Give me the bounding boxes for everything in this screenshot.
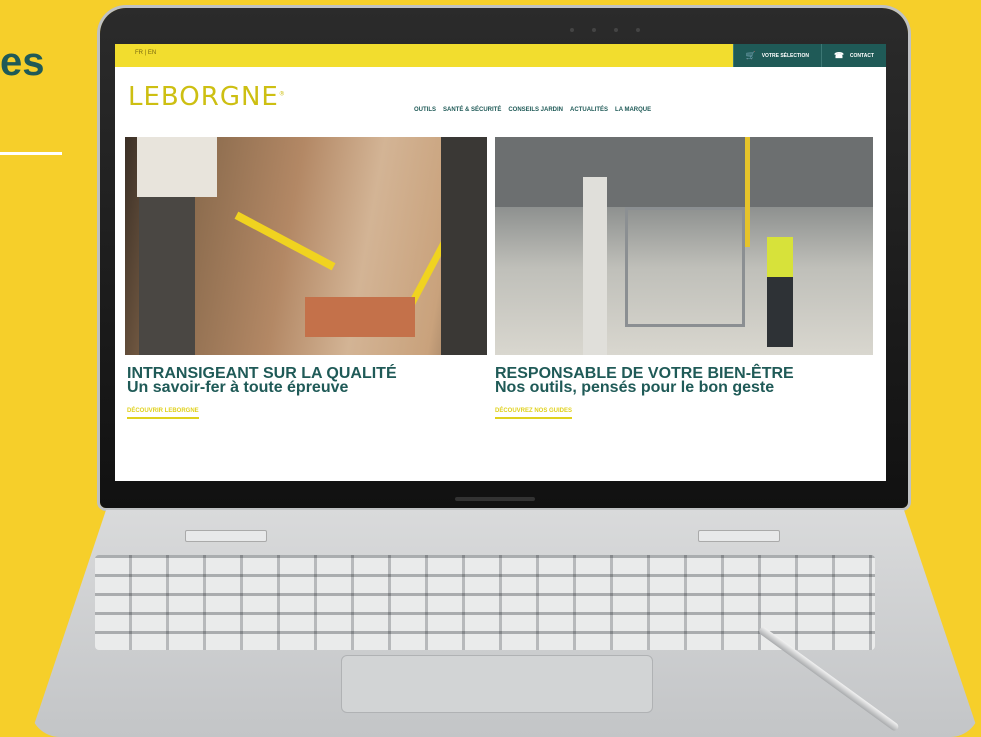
scaffold-frame <box>625 207 745 327</box>
selection-button[interactable]: 🛒 VOTRE SÉLECTION <box>732 44 821 67</box>
top-bar-actions: 🛒 VOTRE SÉLECTION ☎ CONTACT <box>732 44 886 67</box>
lift-pole <box>745 137 750 247</box>
ceiling <box>495 137 873 207</box>
nav-item-la-marque[interactable]: LA MARQUE <box>615 107 651 113</box>
partial-heading: es <box>0 40 45 84</box>
registered-mark: ® <box>278 90 286 98</box>
brick-pile <box>305 297 415 337</box>
nav-item-conseils-jardin[interactable]: CONSEILS JARDIN <box>508 107 563 113</box>
language-switch[interactable]: FR | EN <box>135 50 156 56</box>
card-quality-subtitle: Un savoir-fer à toute épreuve <box>127 379 349 396</box>
worker-legs <box>139 197 195 355</box>
card-wellbeing: RESPONSABLE DE VOTRE BIEN-ÊTRE Nos outil… <box>495 366 875 419</box>
concrete-pillar <box>583 177 607 355</box>
website-screen: FR | EN 🛒 VOTRE SÉLECTION ☎ CONTACT LEBO… <box>115 44 886 481</box>
keyboard <box>95 555 875 650</box>
hinge-left <box>185 530 267 542</box>
bezel-logo <box>455 497 535 501</box>
main-nav: OUTILS SANTÉ & SÉCURITÉ CONSEILS JARDIN … <box>414 107 651 113</box>
discover-guides-link[interactable]: DÉCOUVREZ NOS GUIDES <box>495 408 573 419</box>
contact-button[interactable]: ☎ CONTACT <box>820 44 886 67</box>
scaffold-worker-photo[interactable] <box>495 137 873 355</box>
worker-shirt <box>137 137 217 197</box>
phone-icon: ☎ <box>833 51 844 60</box>
hinge-right <box>698 530 780 542</box>
trackpad <box>341 655 653 713</box>
worker-hammer-photo[interactable] <box>125 137 487 355</box>
contact-label: CONTACT <box>849 52 874 59</box>
card-quality: INTRANSIGEANT SUR LA QUALITÉ Un savoir-f… <box>127 366 487 419</box>
hammer-handle <box>234 211 336 271</box>
top-bar: FR | EN 🛒 VOTRE SÉLECTION ☎ CONTACT <box>115 44 886 67</box>
basket-icon: 🛒 <box>745 51 756 60</box>
heading-underline <box>0 152 62 155</box>
dark-figure <box>441 137 487 355</box>
nav-item-sante-securite[interactable]: SANTÉ & SÉCURITÉ <box>443 107 501 113</box>
discover-leborgne-link[interactable]: DÉCOUVRIR LEBORGNE <box>127 408 199 419</box>
brand-name: LEBORGNE <box>128 82 279 112</box>
worker-legs-right <box>767 277 793 347</box>
nav-item-actualites[interactable]: ACTUALITÉS <box>570 107 608 113</box>
nav-item-outils[interactable]: OUTILS <box>414 107 436 113</box>
brand-logo[interactable]: LEBORGNE® <box>128 82 286 112</box>
worker-vest <box>767 237 793 277</box>
card-wellbeing-subtitle: Nos outils, pensés pour le bon geste <box>495 379 775 396</box>
camera-icon <box>570 28 640 34</box>
selection-label: VOTRE SÉLECTION <box>761 52 809 59</box>
